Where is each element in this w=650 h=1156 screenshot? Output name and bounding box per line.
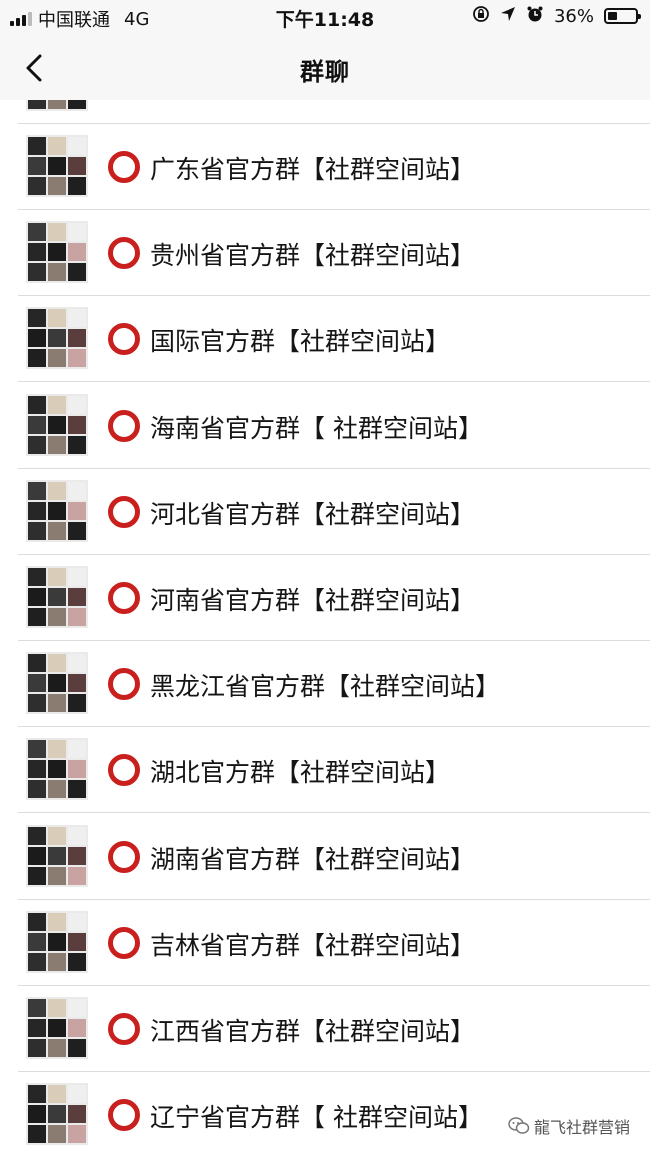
group-name: 贵州省官方群【社群空间站】 <box>150 241 476 271</box>
red-ring-icon <box>108 323 140 356</box>
group-avatar <box>26 307 88 370</box>
group-avatar <box>26 221 88 284</box>
group-list-item[interactable]: 国际官方群【社群空间站】 <box>0 296 650 383</box>
alarm-icon <box>526 5 544 27</box>
group-name: 河北省官方群【社群空间站】 <box>150 499 476 529</box>
location-icon <box>500 6 516 26</box>
group-list-item[interactable]: 湖北官方群【社群空间站】 <box>0 727 650 814</box>
group-list-item[interactable]: 河北省官方群【社群空间站】 <box>0 469 650 555</box>
group-list-item[interactable]: 河南省官方群【社群空间站】 <box>0 555 650 641</box>
group-name: 吉林省官方群【社群空间站】 <box>150 930 476 960</box>
group-name: 广东省官方群【社群空间站】 <box>150 155 476 184</box>
group-name: 湖南省官方群【社群空间站】 <box>150 844 476 874</box>
watermark: 龍飞社群营销 <box>508 1114 630 1138</box>
group-list-item[interactable]: 黑龙江省官方群【社群空间站】 <box>0 641 650 728</box>
group-avatar <box>26 393 88 456</box>
group-list-item[interactable]: 吉林省官方群【社群空间站】 <box>0 900 650 986</box>
group-avatar <box>26 135 88 197</box>
group-name: 江西省官方群【社群空间站】 <box>150 1017 476 1046</box>
group-list-item[interactable]: 湖南省官方群【社群空间站】 <box>0 814 650 900</box>
battery-percent: 36% <box>553 5 594 27</box>
battery-level <box>608 12 618 20</box>
red-ring-icon <box>108 495 140 528</box>
group-name: 河南省官方群【社群空间站】 <box>150 586 476 615</box>
group-avatar <box>26 479 88 542</box>
group-avatar <box>26 566 88 628</box>
group-list-item[interactable]: 江西省官方群【社群空间站】 <box>0 986 650 1072</box>
red-ring-icon <box>108 409 140 442</box>
battery-icon <box>604 8 641 24</box>
red-ring-icon <box>108 582 140 614</box>
red-ring-icon <box>108 668 140 701</box>
list-item-partial[interactable] <box>0 100 650 124</box>
group-name: 黑龙江省官方群【社群空间站】 <box>150 672 501 702</box>
group-avatar <box>26 738 88 801</box>
group-name: 海南省官方群【 社群空间站】 <box>150 413 483 443</box>
status-bar: 中国联通 4G 下午11:48 36% <box>0 0 650 34</box>
red-ring-icon <box>108 840 140 873</box>
status-right: 36% <box>472 5 641 27</box>
group-list-item[interactable]: 贵州省官方群【社群空间站】 <box>0 210 650 297</box>
group-list[interactable]: 广东省官方群【社群空间站】 贵州省官方群【社群空间站】 国际官方群【社群空间站】海南… <box>0 100 650 1156</box>
group-avatar <box>26 1083 88 1146</box>
orientation-lock-icon <box>472 5 490 27</box>
red-ring-icon <box>108 926 140 959</box>
red-ring-icon <box>108 1099 140 1132</box>
red-ring-icon <box>108 151 140 183</box>
group-avatar <box>26 910 88 973</box>
group-list-item[interactable]: 广东省官方群【社群空间站】 <box>0 124 650 210</box>
group-name: 辽宁省官方群【 社群空间站】 <box>150 1103 483 1133</box>
group-avatar <box>26 100 88 111</box>
red-ring-icon <box>108 754 140 787</box>
group-name: 国际官方群【社群空间站】 <box>150 327 451 357</box>
watermark-text: 龍飞社群营销 <box>533 1118 630 1137</box>
red-ring-icon <box>108 1013 140 1045</box>
group-avatar <box>26 997 88 1059</box>
page-title: 群聊 <box>300 58 350 86</box>
group-avatar <box>26 824 88 887</box>
wechat-icon <box>508 1117 530 1134</box>
group-list-item[interactable]: 海南省官方群【 社群空间站】 <box>0 383 650 469</box>
red-ring-icon <box>108 237 140 270</box>
group-avatar <box>26 652 88 715</box>
nav-bar: 群聊 <box>0 34 650 100</box>
group-name: 湖北官方群【社群空间站】 <box>150 758 451 788</box>
